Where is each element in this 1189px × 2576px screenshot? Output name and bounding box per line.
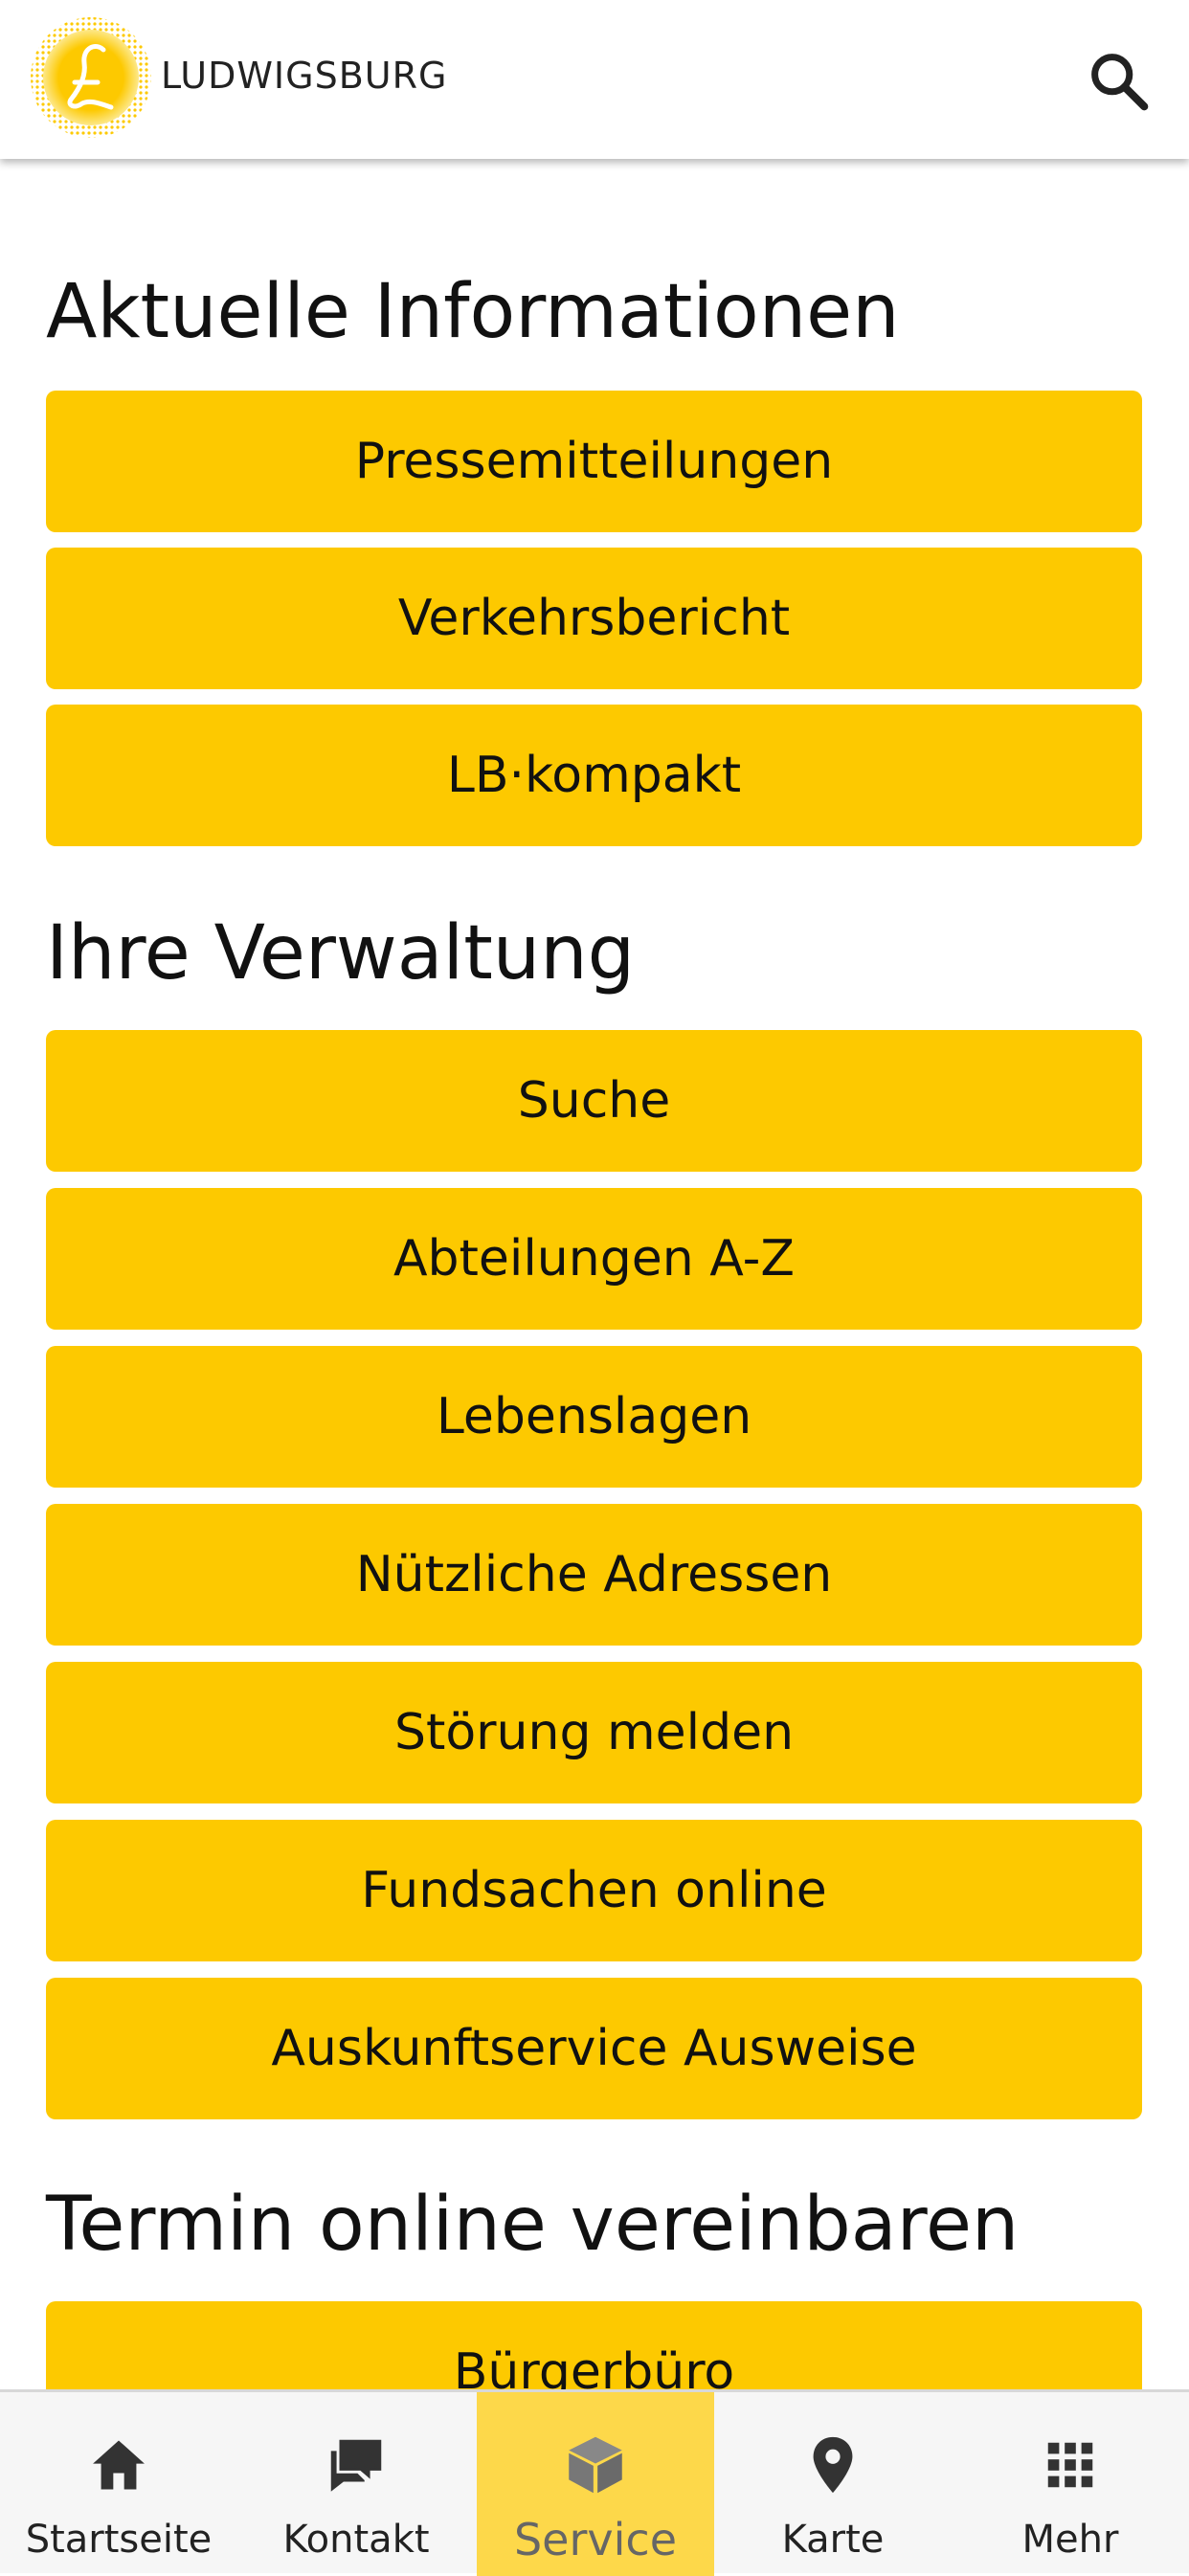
map-pin-icon <box>813 2436 853 2494</box>
tab-label: Service <box>513 2514 677 2565</box>
button-stoerung-melden[interactable]: Störung melden <box>46 1662 1142 1803</box>
button-nuetzliche-adressen[interactable]: Nützliche Adressen <box>46 1504 1142 1646</box>
bottom-tab-bar: Startseite Kontakt Service Karte Mehr <box>0 2389 1189 2576</box>
tab-label: Karte <box>781 2518 885 2562</box>
tab-karte[interactable]: Karte <box>714 2392 952 2576</box>
button-abteilungen-a-z[interactable]: Abteilungen A-Z <box>46 1188 1142 1330</box>
tab-mehr[interactable]: Mehr <box>952 2392 1189 2576</box>
home-icon <box>93 2440 145 2490</box>
button-lebenslagen[interactable]: Lebenslagen <box>46 1346 1142 1488</box>
tab-service[interactable]: Service <box>477 2392 714 2576</box>
chat-icon <box>330 2439 382 2492</box>
button-pressemitteilungen[interactable]: Pressemitteilungen <box>46 391 1142 532</box>
tab-startseite[interactable]: Startseite <box>0 2392 237 2576</box>
section-title-termin-online: Termin online vereinbaren <box>46 2182 1020 2268</box>
content-scroll-area[interactable]: Aktuelle Informationen Pressemitteilunge… <box>0 159 1189 2389</box>
button-auskunftservice-ausweise[interactable]: Auskunftservice Ausweise <box>46 1978 1142 2119</box>
button-verkehrsbericht[interactable]: Verkehrsbericht <box>46 548 1142 689</box>
ludwigsburg-logo-icon[interactable] <box>29 15 153 140</box>
section-title-ihre-verwaltung: Ihre Verwaltung <box>46 910 636 997</box>
tab-label: Kontakt <box>282 2518 430 2562</box>
box-icon <box>569 2436 622 2494</box>
button-suche[interactable]: Suche <box>46 1030 1142 1172</box>
button-lb-kompakt[interactable]: LB·kompakt <box>46 705 1142 846</box>
tab-kontakt[interactable]: Kontakt <box>237 2392 475 2576</box>
section-title-aktuelle-informationen: Aktuelle Informationen <box>46 269 900 355</box>
button-fundsachen-online[interactable]: Fundsachen online <box>46 1820 1142 1961</box>
tab-label: Mehr <box>1021 2518 1119 2562</box>
grid-icon <box>1047 2442 1093 2488</box>
logo-wordmark: LUDWIGSBURG <box>161 55 448 97</box>
app-header: LUDWIGSBURG <box>0 0 1189 159</box>
button-buergerbuero[interactable]: Bürgerbüro <box>46 2301 1142 2389</box>
tab-label: Startseite <box>25 2518 213 2562</box>
search-button[interactable] <box>1082 44 1156 119</box>
search-icon <box>1091 54 1149 111</box>
